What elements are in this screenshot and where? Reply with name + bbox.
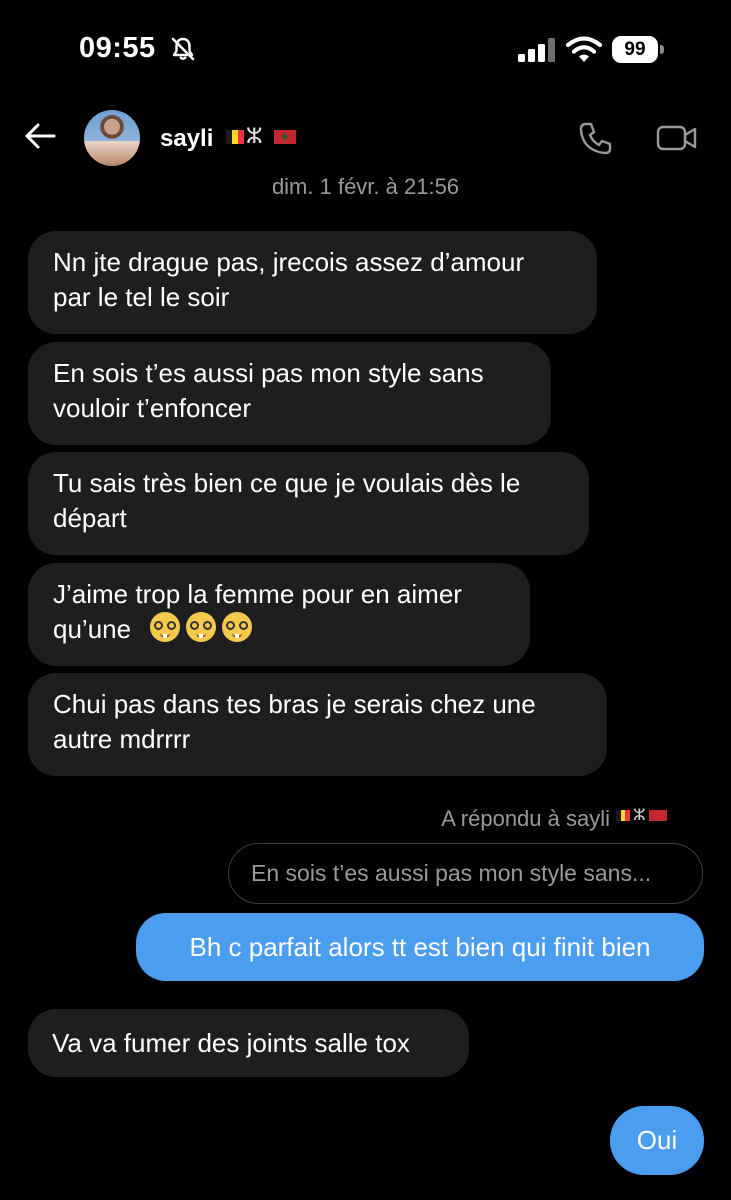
- bell-slash-icon: [171, 37, 195, 61]
- reply-flags: ⵣ: [616, 807, 667, 824]
- incoming-message[interactable]: J’aime trop la femme pour en aimer qu’un…: [28, 563, 530, 666]
- wifi-icon: [566, 36, 602, 62]
- battery-level: 99: [612, 36, 658, 63]
- battery-indicator: 99: [612, 36, 664, 63]
- video-call-icon[interactable]: [656, 122, 698, 154]
- belgium-flag-icon: [616, 810, 631, 821]
- belgium-flag-icon: [226, 130, 244, 144]
- nerd-face-emoji-icon: [222, 612, 253, 642]
- message-timestamp: dim. 1 févr. à 21:56: [271, 174, 460, 199]
- message-text: vouloir t’enfoncer: [53, 393, 251, 423]
- outgoing-message[interactable]: Oui: [610, 1106, 704, 1175]
- avatar[interactable]: [84, 110, 140, 166]
- message-text: autre mdrrrr: [53, 724, 191, 754]
- message-text: Va va fumer des joints salle tox: [52, 1028, 410, 1058]
- reply-label: A répondu à sayli: [441, 806, 610, 831]
- message-text: Nn jte drague pas, jrecois assez d’amour: [53, 247, 525, 277]
- message-text: départ: [53, 503, 127, 533]
- signal-icon: [518, 38, 555, 62]
- incoming-message[interactable]: Va va fumer des joints salle tox: [28, 1009, 469, 1077]
- nerd-face-emoji-icon: [150, 612, 181, 642]
- back-arrow-icon[interactable]: [22, 118, 58, 154]
- incoming-message[interactable]: En sois t’es aussi pas mon style sans vo…: [28, 342, 551, 445]
- outgoing-message[interactable]: Bh c parfait alors tt est bien qui finit…: [136, 913, 704, 981]
- message-text: Chui pas dans tes bras je serais chez un…: [53, 689, 536, 719]
- morocco-flag-icon: [648, 810, 667, 821]
- message-text: J’aime trop la femme pour en aimer: [53, 579, 462, 609]
- incoming-message[interactable]: Chui pas dans tes bras je serais chez un…: [28, 673, 607, 776]
- morocco-flag-icon: ★: [274, 130, 296, 144]
- contact-name[interactable]: sayli: [160, 125, 213, 153]
- message-text: par le tel le soir: [53, 282, 230, 312]
- incoming-message[interactable]: Nn jte drague pas, jrecois assez d’amour…: [28, 231, 597, 334]
- amazigh-symbol: ⵣ: [246, 125, 263, 148]
- amazigh-symbol: ⵣ: [633, 807, 646, 824]
- message-text: En sois t’es aussi pas mon style sans: [53, 358, 484, 388]
- incoming-message[interactable]: Tu sais très bien ce que je voulais dès …: [28, 452, 589, 555]
- quoted-message[interactable]: En sois t’es aussi pas mon style sans...: [228, 843, 703, 904]
- message-line-with-emoji: qu’une: [53, 612, 505, 647]
- nerd-face-emoji-icon: [186, 612, 217, 642]
- message-text: qu’une: [53, 614, 132, 644]
- message-text: Tu sais très bien ce que je voulais dès …: [53, 468, 521, 498]
- status-time: 09:55: [79, 32, 156, 64]
- battery-nub: [660, 45, 664, 54]
- phone-call-icon[interactable]: [578, 120, 614, 156]
